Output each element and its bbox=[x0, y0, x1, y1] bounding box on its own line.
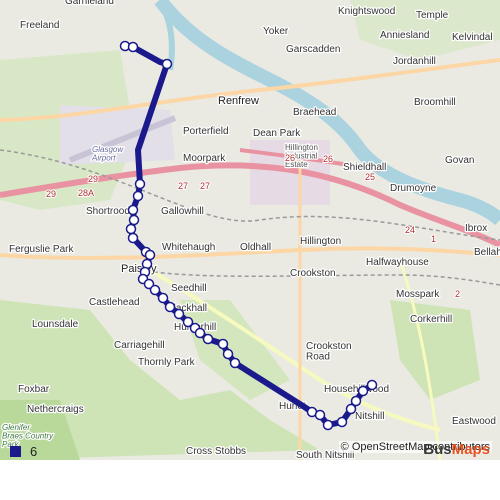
place-label-nethercraigs: Nethercraigs bbox=[27, 404, 84, 415]
place-label-drumoyne: Drumoyne bbox=[390, 183, 437, 194]
place-label-foxbar: Foxbar bbox=[18, 384, 50, 395]
place-label-dean-park: Dean Park bbox=[253, 128, 301, 139]
place-label-castlehead: Castlehead bbox=[89, 297, 140, 308]
bus-stop-marker[interactable] bbox=[229, 357, 241, 369]
place-label-garnieland: Garnieland bbox=[65, 0, 114, 7]
bus-stop-marker[interactable] bbox=[134, 178, 146, 190]
road-label-2: 2 bbox=[455, 289, 460, 299]
bus-stop-marker[interactable] bbox=[157, 292, 169, 304]
place-label-oldhall: Oldhall bbox=[240, 242, 271, 253]
bus-stop-marker[interactable] bbox=[132, 190, 144, 202]
road-label-26: 26 bbox=[323, 154, 333, 164]
busmaps-logo[interactable]: BusMaps bbox=[423, 441, 490, 458]
place-label-renfrew: Renfrew bbox=[218, 95, 259, 107]
place-label-kelvindale: Kelvindal bbox=[452, 32, 493, 43]
place-label-mosspark: Mosspark bbox=[396, 289, 440, 300]
place-label-corkerhill: Corkerhill bbox=[410, 314, 452, 325]
place-label-freeland: Freeland bbox=[20, 20, 59, 31]
place-label-thornly-park: Thornly Park bbox=[138, 357, 196, 368]
bus-stop-marker[interactable] bbox=[161, 58, 173, 70]
road-label-27: 27 bbox=[178, 181, 188, 191]
place-label-halfwayhouse: Halfwayhouse bbox=[366, 257, 429, 268]
bus-stop-marker[interactable] bbox=[366, 379, 378, 391]
road-label-24: 24 bbox=[405, 225, 415, 235]
bus-stop-marker[interactable] bbox=[202, 333, 214, 345]
place-label-broomhill: Broomhill bbox=[414, 97, 456, 108]
bus-stop-marker[interactable] bbox=[336, 416, 348, 428]
place-label-ferguslie-park: Ferguslie Park bbox=[9, 244, 74, 255]
place-label-househillwood: Househillwood bbox=[324, 384, 389, 395]
place-label-lounsdale: Lounsdale bbox=[32, 319, 79, 330]
legend-bar bbox=[0, 460, 500, 500]
place-label-whitehaugh: Whitehaugh bbox=[162, 242, 215, 253]
place-label-govan: Govan bbox=[445, 155, 474, 166]
place-label-moorpark: Moorpark bbox=[183, 153, 226, 164]
brand-part1: Bus bbox=[423, 441, 452, 458]
bus-stop-marker[interactable] bbox=[194, 327, 206, 339]
road-label-29: 29 bbox=[46, 189, 56, 199]
bus-stop-marker[interactable] bbox=[314, 409, 326, 421]
place-label-jordanhill: Jordanhill bbox=[393, 56, 436, 67]
place-label-anniesland: Anniesland bbox=[380, 30, 429, 41]
road-label-28A: 28A bbox=[78, 188, 94, 198]
place-label-braehead: Braehead bbox=[293, 107, 336, 118]
place-label-hillington: Hillington bbox=[300, 236, 341, 247]
bus-stop-marker[interactable] bbox=[217, 338, 229, 350]
place-label-garscadden: Garscadden bbox=[286, 44, 340, 55]
bus-stop-marker[interactable] bbox=[127, 232, 139, 244]
bus-stop-marker[interactable] bbox=[222, 348, 234, 360]
place-label-carriagehill: Carriagehill bbox=[114, 340, 165, 351]
place-label-eastwood: Eastwood bbox=[452, 416, 496, 427]
place-label-knightswood: Knightswood bbox=[338, 6, 395, 17]
place-label-temple: Temple bbox=[416, 10, 449, 21]
place-label-nitshill: Nitshill bbox=[355, 411, 384, 422]
bus-stop-marker[interactable] bbox=[144, 249, 156, 261]
road-label-26: 26 bbox=[285, 153, 295, 163]
bus-stop-marker[interactable] bbox=[128, 214, 140, 226]
road-label-1: 1 bbox=[431, 234, 436, 244]
legend-swatch bbox=[10, 446, 21, 457]
legend-route-label[interactable]: 6 bbox=[30, 444, 37, 459]
bus-stop-marker[interactable] bbox=[350, 395, 362, 407]
bus-stop-marker[interactable] bbox=[125, 223, 137, 235]
bus-stop-marker[interactable] bbox=[322, 419, 334, 431]
bus-stop-marker[interactable] bbox=[127, 41, 139, 53]
brand-part2: Maps bbox=[451, 441, 490, 458]
place-label-porterfield: Porterfield bbox=[183, 126, 229, 137]
bus-stop-marker[interactable] bbox=[164, 301, 176, 313]
place-label-cross-stobbs: Cross Stobbs bbox=[186, 446, 246, 457]
bus-stop-marker[interactable] bbox=[149, 284, 161, 296]
place-label-crookston: Crookston bbox=[290, 268, 336, 279]
place-label-gallowhill: Gallowhill bbox=[161, 206, 204, 217]
road-label-29: 29 bbox=[88, 174, 98, 184]
bus-stop-marker[interactable] bbox=[357, 385, 369, 397]
road-label-25: 25 bbox=[365, 172, 375, 182]
place-label-bellahouston: Bellaho bbox=[474, 247, 500, 258]
bus-stop-marker[interactable] bbox=[173, 308, 185, 320]
map-canvas[interactable]: Freeland Garnieland Knightswood Temple Yoker… bbox=[0, 0, 500, 460]
place-label-seedhill: Seedhill bbox=[171, 283, 207, 294]
map-svg: Freeland Garnieland Knightswood Temple Yoker… bbox=[0, 0, 500, 460]
place-label-yoker: Yoker bbox=[263, 26, 289, 37]
place-label-ibrox: Ibrox bbox=[465, 223, 487, 234]
bus-stop-marker[interactable] bbox=[127, 204, 139, 216]
road-label-27: 27 bbox=[200, 181, 210, 191]
place-label-shortroods: Shortroods bbox=[86, 206, 135, 217]
